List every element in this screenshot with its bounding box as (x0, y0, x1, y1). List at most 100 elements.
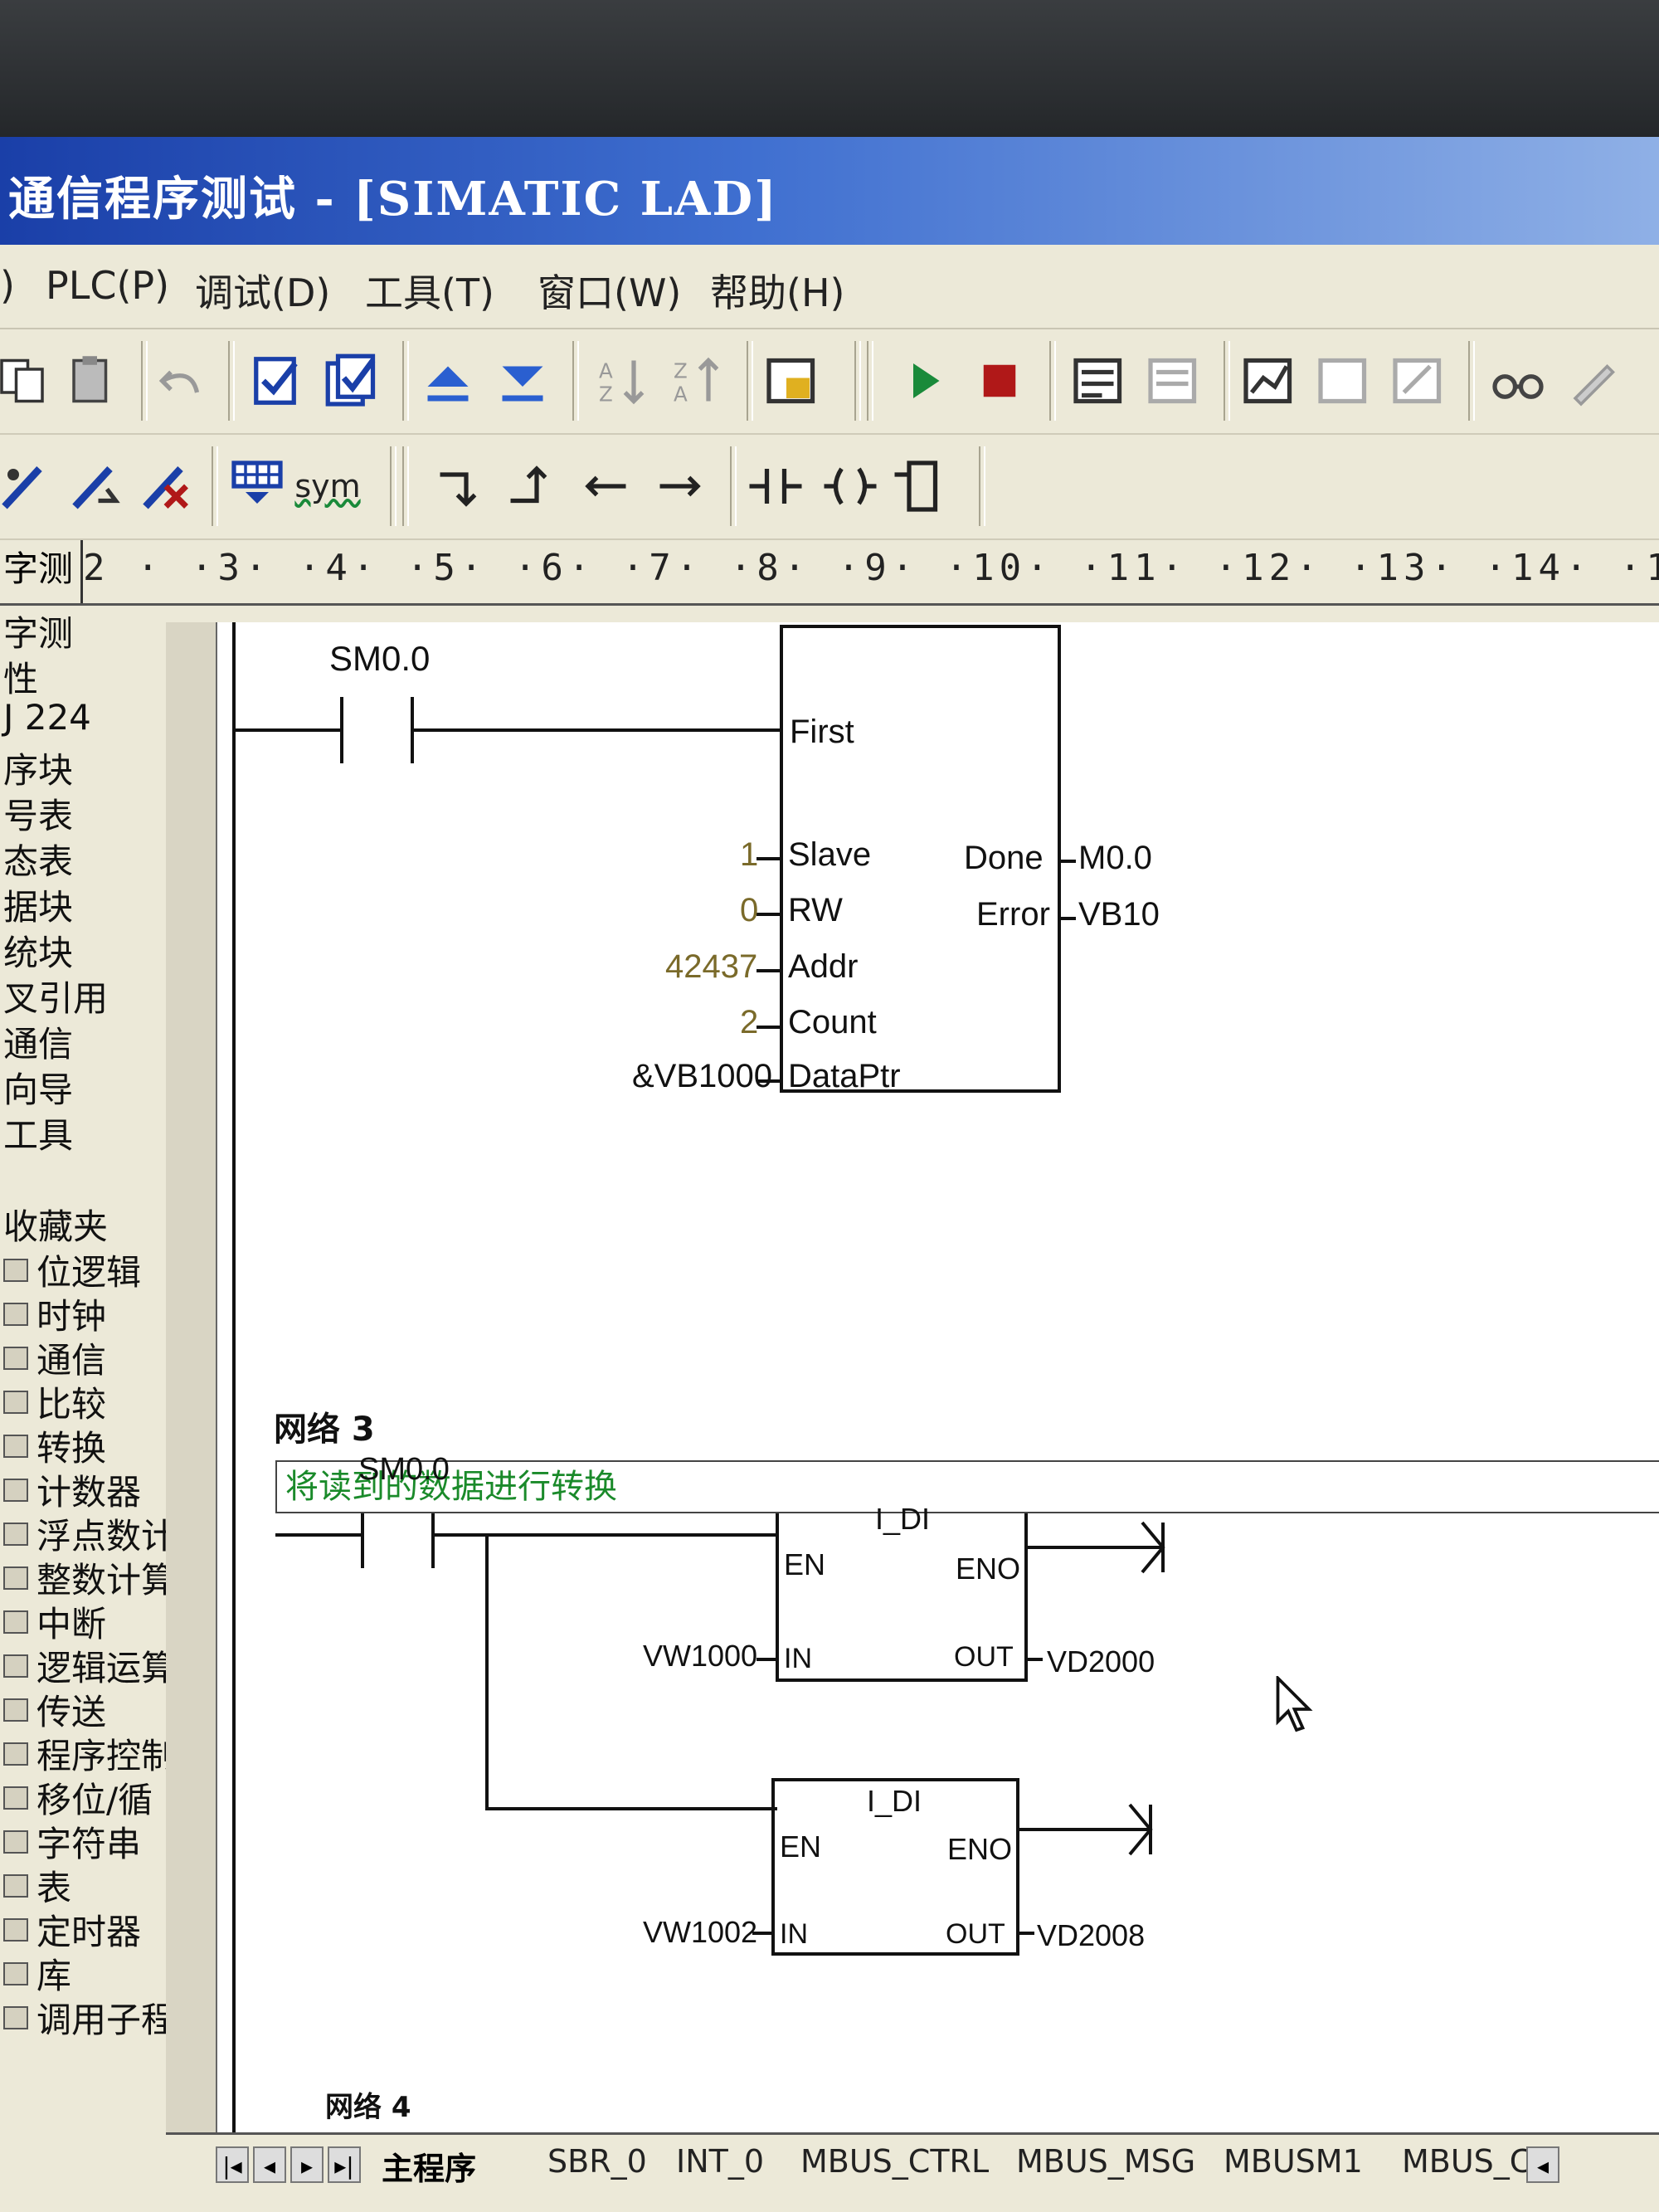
menu-item-view[interactable]: ) (0, 263, 15, 308)
idi-box-1-title: I_DI (875, 1502, 931, 1536)
tree-item[interactable]: 性 (3, 651, 38, 702)
line-left-button[interactable] (572, 453, 639, 519)
line-up-button[interactable] (498, 453, 564, 519)
menu-item-help[interactable]: 帮助(H) (710, 263, 844, 318)
tree-item[interactable]: 计数器 (3, 1464, 141, 1515)
tab-first-button[interactable]: |◂ (216, 2146, 249, 2183)
tab-prev-button[interactable]: ◂ (253, 2146, 286, 2183)
insert-contact-button[interactable] (742, 453, 809, 519)
tree-item[interactable]: 传送 (3, 1684, 106, 1735)
idi-box-2-out-value[interactable]: VD2008 (1037, 1918, 1145, 1953)
tree-item[interactable]: J 224 (3, 697, 91, 738)
menu-item-window[interactable]: 窗口(W) (538, 263, 681, 318)
tree-item[interactable]: 统块 (3, 925, 73, 976)
tree-item[interactable]: 比较 (3, 1376, 106, 1427)
tree-item[interactable]: 调用子程 (3, 1992, 176, 2043)
next-bookmark-button[interactable] (62, 453, 129, 519)
tab-mbus-ctrl[interactable]: MBUS_CTRL (800, 2143, 989, 2180)
remove-bookmarks-button[interactable] (133, 453, 199, 519)
download-button[interactable] (489, 348, 556, 414)
tree-item[interactable]: 程序控制 (3, 1728, 176, 1779)
symbol-addressing-button[interactable]: sym (294, 453, 361, 519)
tree-item[interactable]: 浮点数计 (3, 1508, 176, 1559)
tree-item[interactable]: 通信 (3, 1016, 73, 1067)
compile-all-button[interactable] (319, 348, 386, 414)
program-status-button[interactable] (1066, 348, 1132, 414)
insert-box-button[interactable] (888, 453, 954, 519)
tree-item[interactable]: 位逻辑 (3, 1245, 141, 1295)
n2-value-rw[interactable]: 0 (740, 892, 758, 929)
n2-value-done[interactable]: M0.0 (1078, 840, 1152, 877)
force-button[interactable] (1485, 348, 1551, 414)
toolbar-separator (228, 341, 235, 421)
n2-value-slave[interactable]: 1 (740, 836, 758, 874)
line-down-button[interactable] (427, 453, 494, 519)
tree-item[interactable]: 号表 (3, 788, 73, 839)
single-read-button[interactable] (1311, 348, 1377, 414)
tree-item[interactable]: 叉引用 (3, 971, 108, 1021)
compile-button[interactable] (245, 348, 311, 414)
tree-item[interactable]: 工具 (3, 1108, 73, 1158)
tab-sbr0[interactable]: SBR_0 (547, 2143, 647, 2180)
stop-button[interactable] (966, 348, 1033, 414)
idi-box-2-in-value[interactable]: VW1002 (643, 1915, 757, 1950)
tree-item[interactable]: 收藏夹 (3, 1199, 108, 1250)
n2-value-error[interactable]: VB10 (1078, 896, 1160, 933)
tree-item[interactable]: 移位/循 (3, 1772, 153, 1823)
network-3-label[interactable]: 网络 3 (274, 1402, 375, 1450)
idi-box-1-out-value[interactable]: VD2000 (1047, 1644, 1155, 1679)
idi-box-1-in-value[interactable]: VW1000 (643, 1639, 757, 1674)
tab-mbusm1[interactable]: MBUSM1 (1224, 2143, 1363, 2180)
undo-button[interactable] (149, 348, 216, 414)
chart-status-button[interactable] (1236, 348, 1302, 414)
tree-item[interactable]: 定时器 (3, 1904, 141, 1955)
pause-status-button[interactable] (1141, 348, 1207, 414)
n2-value-count[interactable]: 2 (740, 1004, 758, 1041)
tree-item[interactable]: 中断 (3, 1596, 106, 1647)
tree-item[interactable]: 时钟 (3, 1289, 106, 1339)
tree-item[interactable]: 据块 (3, 879, 73, 930)
menu-item-tools[interactable]: 工具(T) (365, 263, 494, 318)
n2-value-dataptr[interactable]: &VB1000 (632, 1058, 772, 1095)
options-button[interactable] (759, 348, 825, 414)
tree-item[interactable]: 表 (3, 1860, 71, 1911)
line-right-button[interactable] (647, 453, 713, 519)
tab-last-button[interactable]: ▸| (328, 2146, 361, 2183)
paste-button[interactable] (58, 348, 124, 414)
tree-item[interactable]: 向导 (3, 1062, 73, 1113)
tree-item[interactable]: 字测 (3, 606, 73, 656)
tab-mbus-msg[interactable]: MBUS_MSG (1016, 2143, 1195, 2180)
sort-descending-button[interactable]: ZA (664, 348, 730, 414)
tree-item[interactable]: 序块 (3, 743, 73, 793)
network-3-comment[interactable]: 将读到的数据进行转换 (275, 1460, 1659, 1513)
tab-scroll-left-button[interactable]: ◂ (1526, 2146, 1559, 2183)
run-button[interactable] (892, 348, 958, 414)
ladder-canvas[interactable]: SM0.0 First Slave RW Addr Count DataPtr … (217, 622, 1659, 2132)
svg-text:Z: Z (599, 382, 613, 407)
copy-button[interactable] (0, 348, 58, 414)
network-4-label[interactable]: 网络 4 (325, 2084, 411, 2125)
tab-mbus-c[interactable]: MBUS_C (1402, 2143, 1531, 2180)
tree-item[interactable]: 库 (3, 1948, 71, 1999)
tree-item[interactable]: 字符串 (3, 1816, 141, 1867)
tree-item[interactable]: 整数计算 (3, 1552, 176, 1603)
tab-main[interactable]: 主程序 (382, 2143, 476, 2189)
write-all-button[interactable] (1385, 348, 1452, 414)
insert-coil-button[interactable] (817, 453, 883, 519)
n2-value-addr[interactable]: 42437 (665, 948, 757, 986)
tab-int0[interactable]: INT_0 (676, 2143, 764, 2180)
n2-contact-address[interactable]: SM0.0 (329, 639, 430, 679)
tab-next-button[interactable]: ▸ (290, 2146, 324, 2183)
upload-button[interactable] (415, 348, 481, 414)
n3-contact-address[interactable]: SM0.0 (358, 1452, 450, 1488)
tree-item[interactable]: 逻辑运算 (3, 1640, 176, 1691)
insert-network-button[interactable] (224, 453, 290, 519)
tree-item[interactable]: 通信 (3, 1333, 106, 1383)
menu-item-plc[interactable]: PLC(P) (46, 263, 169, 308)
tree-item[interactable]: 转换 (3, 1420, 106, 1471)
toggle-bookmark-button[interactable] (0, 453, 58, 519)
menu-item-debug[interactable]: 调试(D) (195, 263, 330, 318)
tree-item[interactable]: 态表 (3, 834, 73, 884)
sort-ascending-button[interactable]: AZ (589, 348, 655, 414)
unforce-button[interactable] (1559, 348, 1626, 414)
